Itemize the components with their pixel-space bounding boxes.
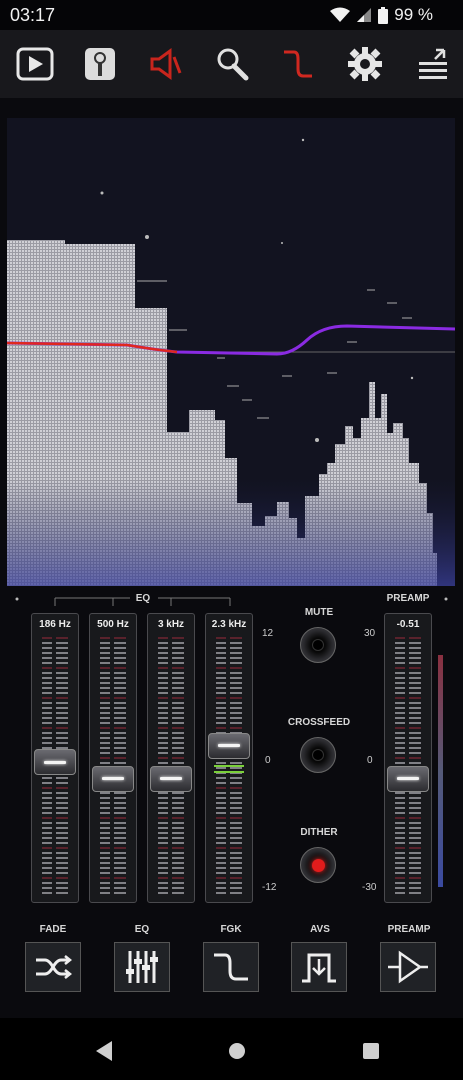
battery-level: 99 % [394, 5, 433, 24]
crossfeed-toggle[interactable] [300, 737, 336, 773]
preamp-scale-top: 30 [364, 628, 376, 639]
slider-value-label: 186 Hz [39, 619, 71, 630]
preamp-scale-mid: 0 [367, 755, 373, 766]
search-icon [217, 48, 249, 81]
search-button[interactable] [210, 42, 254, 86]
home-icon[interactable] [228, 1042, 246, 1060]
battery-icon [378, 6, 389, 24]
status-bar: 03:17 99 % [0, 0, 463, 30]
menu-button[interactable] [411, 42, 455, 86]
tag-button[interactable] [78, 42, 122, 86]
mute-toggle[interactable] [300, 627, 336, 663]
signal-icon [357, 8, 372, 22]
fade-label: FADE [39, 924, 67, 935]
eq-button-label: EQ [134, 924, 150, 935]
slider-thumb[interactable] [34, 749, 76, 776]
slider-thumb[interactable] [92, 765, 134, 792]
eq-button[interactable] [114, 942, 170, 992]
slider-value-label: 2.3 kHz [211, 619, 247, 630]
gear-icon [348, 47, 382, 81]
slider-thumb[interactable] [150, 765, 192, 792]
avs-label: AVS [310, 924, 330, 935]
spectrum-visualizer[interactable] [7, 118, 455, 586]
amplifier-icon [388, 950, 428, 984]
eq-sliders-icon [126, 951, 158, 983]
navigation-bar [0, 1018, 463, 1080]
level-indicator [214, 764, 244, 773]
back-icon[interactable] [94, 1040, 114, 1062]
toolbar [0, 30, 463, 98]
clock: 03:17 [10, 5, 56, 25]
settings-button[interactable] [343, 42, 387, 86]
curve-icon [214, 953, 248, 981]
play-icon [16, 47, 54, 81]
eq-group-label: EQ [135, 593, 151, 604]
dither-label: DITHER [300, 827, 338, 838]
speaker-button[interactable] [143, 42, 187, 86]
avs-button[interactable] [291, 942, 347, 992]
spectrum-graph [7, 138, 455, 586]
fgk-button[interactable] [203, 942, 259, 992]
dither-toggle[interactable] [300, 847, 336, 883]
eq-slider-2[interactable]: 3 kHz [147, 613, 195, 903]
speaker-icon [150, 48, 182, 80]
preamp-slider[interactable]: -0.51 [384, 613, 432, 903]
eq-scale-bottom: -12 [262, 882, 277, 893]
avs-icon [302, 953, 336, 983]
mute-label: MUTE [304, 607, 334, 618]
slider-thumb[interactable] [208, 732, 250, 759]
preamp-level-meter [438, 655, 443, 887]
eq-slider-3[interactable]: 2.3 kHz [205, 613, 253, 903]
preamp-button[interactable] [380, 942, 436, 992]
eq-scale-mid: 0 [265, 755, 271, 766]
menu-icon [419, 48, 447, 79]
tag-icon [85, 48, 115, 80]
slider-value-label: 3 kHz [157, 619, 185, 630]
eq-scale-top: 12 [262, 628, 274, 639]
slider-value-label: -0.51 [396, 619, 420, 630]
slider-value-label: 500 Hz [97, 619, 129, 630]
recents-icon[interactable] [362, 1042, 380, 1060]
preamp-label: PREAMP [386, 593, 430, 604]
wifi-icon [330, 7, 351, 22]
curve-icon [284, 50, 312, 78]
shuffle-icon [36, 955, 73, 979]
eq-slider-1[interactable]: 500 Hz [89, 613, 137, 903]
crossfeed-label: CROSSFEED [287, 717, 351, 728]
curve-button[interactable] [276, 42, 320, 86]
eq-slider-0[interactable]: 186 Hz [31, 613, 79, 903]
slider-thumb[interactable] [387, 765, 429, 792]
fgk-label: FGK [220, 924, 242, 935]
preamp-scale-bottom: -30 [362, 882, 377, 893]
fade-button[interactable] [25, 942, 81, 992]
play-button[interactable] [13, 42, 57, 86]
preamp-button-label: PREAMP [387, 924, 431, 935]
